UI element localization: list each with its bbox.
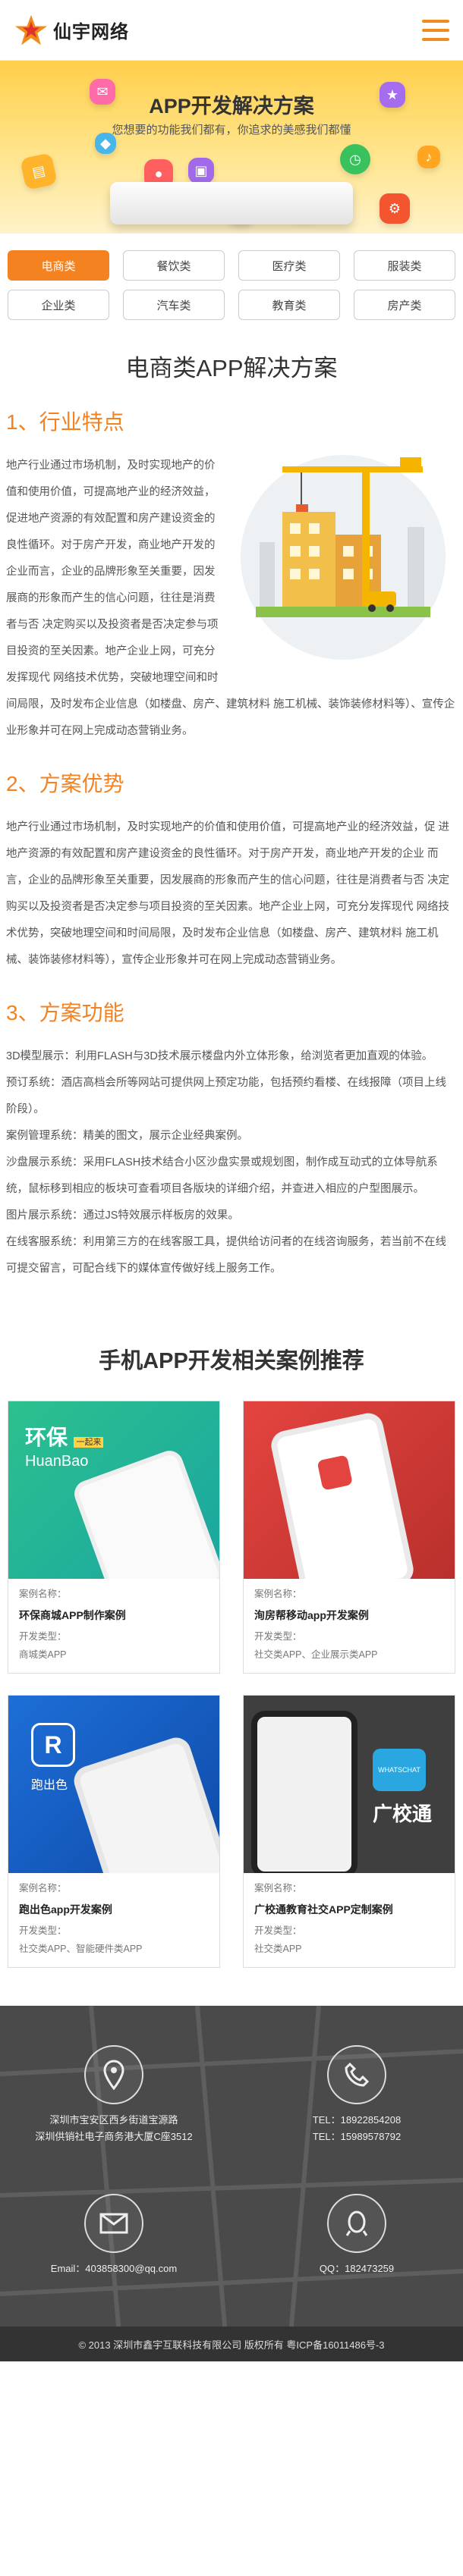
footer-phone: TEL：18922854208 TEL：15989578792	[258, 2045, 455, 2145]
section-heading: 3、方案功能	[6, 1001, 124, 1024]
case-name: 环保商城APP制作案例	[19, 1609, 126, 1621]
case-type-label: 开发类型：	[254, 1631, 302, 1642]
case-grid: 环保 一起来 HuanBao 案例名称： 环保商城APP制作案例 开发类型： 商…	[0, 1401, 463, 1968]
tab-enterprise[interactable]: 企业类	[8, 290, 109, 320]
banner-subtitle: 您想要的功能我们都有，你追求的美感我们都懂	[112, 124, 351, 136]
case-type-label: 开发类型：	[254, 1925, 302, 1936]
phone-text: TEL：18922854208 TEL：15989578792	[312, 2114, 402, 2142]
phone-mockup	[268, 1410, 417, 1579]
feature-item: 图片展示系统：通过JS特效展示样板房的效果。	[6, 1210, 239, 1222]
case-type: 社交类APP、智能硬件类APP	[19, 1944, 143, 1954]
phone-illustration	[110, 182, 353, 224]
footer: 深圳市宝安区西乡街道宝源路 深圳供销社电子商务港大厦C座3512 TEL：189…	[0, 2006, 463, 2361]
footer-email[interactable]: Email：403858300@qq.com	[15, 2194, 213, 2277]
tab-ecommerce[interactable]: 电商类	[8, 250, 109, 281]
case-type-label: 开发类型：	[19, 1925, 67, 1936]
construction-illustration	[229, 444, 457, 664]
section-text: 地产行业通过市场机制，及时实现地产的价值和使用价值，可提高地产业的经济效益，促 …	[6, 821, 450, 966]
case-name: 洵房帮移动app开发案例	[254, 1609, 369, 1621]
case-name-label: 案例名称：	[254, 1589, 302, 1599]
app-logo-icon	[317, 1454, 353, 1491]
section-advantages: 2、方案优势 地产行业通过市场机制，及时实现地产的价值和使用价值，可提高地产业的…	[0, 767, 463, 974]
case-image-title: 环保	[25, 1426, 68, 1449]
phone-mockup	[251, 1711, 357, 1873]
section-heading: 2、方案优势	[6, 772, 124, 795]
address-text: 深圳市宝安区西乡街道宝源路 深圳供销社电子商务港大厦C座3512	[35, 2114, 193, 2142]
feature-item: 沙盘展示系统：采用FLASH技术结合小区沙盘实景或规划图，制作成互动式的立体导航…	[6, 1156, 438, 1195]
case-image-tag: 一起来	[74, 1437, 104, 1448]
phone-mockup	[70, 1734, 219, 1873]
location-pin-icon	[84, 2045, 143, 2104]
phone-icon	[327, 2045, 386, 2104]
case-image: R 跑出色	[8, 1696, 219, 1873]
star-logo-icon	[14, 14, 48, 45]
case-name: 跑出色app开发案例	[19, 1903, 112, 1916]
app-logo-icon: WHATSCHAT	[373, 1749, 426, 1791]
case-name-label: 案例名称：	[19, 1589, 67, 1599]
tab-medical[interactable]: 医疗类	[238, 250, 340, 281]
case-image-subtitle: HuanBao	[25, 1453, 89, 1470]
case-image-title: 广校通	[373, 1803, 433, 1825]
email-text: Email：403858300@qq.com	[50, 2263, 178, 2274]
feature-item: 在线客服系统：利用第三方的在线客服工具，提供给访问者的在线咨询服务，若当前不在线…	[6, 1236, 446, 1275]
app-logo-icon: R	[31, 1723, 75, 1767]
banner-title: APP开发解决方案	[149, 95, 314, 118]
case-image: 环保 一起来 HuanBao	[8, 1401, 219, 1579]
qq-icon	[327, 2194, 386, 2253]
case-name-label: 案例名称：	[19, 1883, 67, 1894]
clock-icon: ◷	[340, 144, 370, 174]
footer-qq[interactable]: QQ：182473259	[258, 2194, 455, 2277]
copyright: © 2013 深圳市鑫宇互联科技有限公司 版权所有 粤ICP备16011486号…	[0, 2327, 463, 2361]
mail-icon	[84, 2194, 143, 2253]
case-image-title: 跑出色	[31, 1779, 68, 1792]
case-card[interactable]: 案例名称： 洵房帮移动app开发案例 开发类型： 社交类APP、企业展示类APP	[243, 1401, 455, 1674]
hero-banner: ▤ ◆ ✉ ● ▣ ✕ ★ ◴ ◷ ♪ ⚙ APP开发解决方案 您想要的功能我们…	[0, 61, 463, 234]
logo-text: 仙宇网络	[53, 22, 129, 42]
case-card[interactable]: WHATSCHAT 广校通 案例名称： 广校通教育社交APP定制案例 开发类型：…	[243, 1695, 455, 1968]
hamburger-menu-icon[interactable]	[422, 19, 449, 41]
case-image	[244, 1401, 455, 1579]
tab-catering[interactable]: 餐饮类	[123, 250, 225, 281]
bell-icon: ♪	[417, 146, 440, 168]
tab-clothing[interactable]: 服装类	[354, 250, 455, 281]
settings-icon: ⚙	[380, 193, 410, 224]
tab-automobile[interactable]: 汽车类	[123, 290, 225, 320]
case-name: 广校通教育社交APP定制案例	[254, 1903, 393, 1916]
qq-text: QQ：182473259	[319, 2263, 395, 2274]
section-industry: 1、行业特点 地产行业通过市场机制，及时实现地产的价值和使用价值，可提高地产业的…	[0, 406, 463, 745]
page-title: 电商类APP解决方案	[125, 355, 338, 381]
tab-real-estate[interactable]: 房产类	[354, 290, 455, 320]
cases-title: 手机APP开发相关案例推荐	[99, 1349, 364, 1373]
case-type: 社交类APP	[254, 1944, 302, 1954]
gift-icon: ▣	[188, 158, 214, 184]
case-card[interactable]: 环保 一起来 HuanBao 案例名称： 环保商城APP制作案例 开发类型： 商…	[8, 1401, 220, 1674]
tab-education[interactable]: 教育类	[238, 290, 340, 320]
feature-item: 3D模型展示：利用FLASH与3D技术展示楼盘内外立体形象，给浏览者更加直观的体…	[6, 1050, 433, 1062]
section-heading: 1、行业特点	[6, 410, 124, 434]
case-type: 社交类APP、企业展示类APP	[254, 1649, 378, 1660]
section-features: 3、方案功能 3D模型展示：利用FLASH与3D技术展示楼盘内外立体形象，给浏览…	[0, 996, 463, 1282]
case-name-label: 案例名称：	[254, 1883, 302, 1894]
footer-address: 深圳市宝安区西乡街道宝源路 深圳供销社电子商务港大厦C座3512	[15, 2045, 213, 2145]
case-card[interactable]: R 跑出色 案例名称： 跑出色app开发案例 开发类型： 社交类APP、智能硬件…	[8, 1695, 220, 1968]
feature-item: 案例管理系统：精美的图文，展示企业经典案例。	[6, 1130, 248, 1142]
category-tabs: 电商类 餐饮类 医疗类 服装类 企业类 汽车类 教育类 房产类	[0, 234, 463, 335]
logo[interactable]: 仙宇网络	[14, 13, 129, 48]
case-image: WHATSCHAT 广校通	[244, 1696, 455, 1873]
top-bar: 仙宇网络	[0, 0, 463, 61]
case-type-label: 开发类型：	[19, 1631, 67, 1642]
case-type: 商城类APP	[19, 1649, 67, 1660]
clipboard-icon: ▤	[20, 152, 58, 190]
feature-item: 预订系统：酒店高档会所等网站可提供网上预定功能，包括预约看楼、在线报障（项目上线…	[6, 1077, 446, 1115]
